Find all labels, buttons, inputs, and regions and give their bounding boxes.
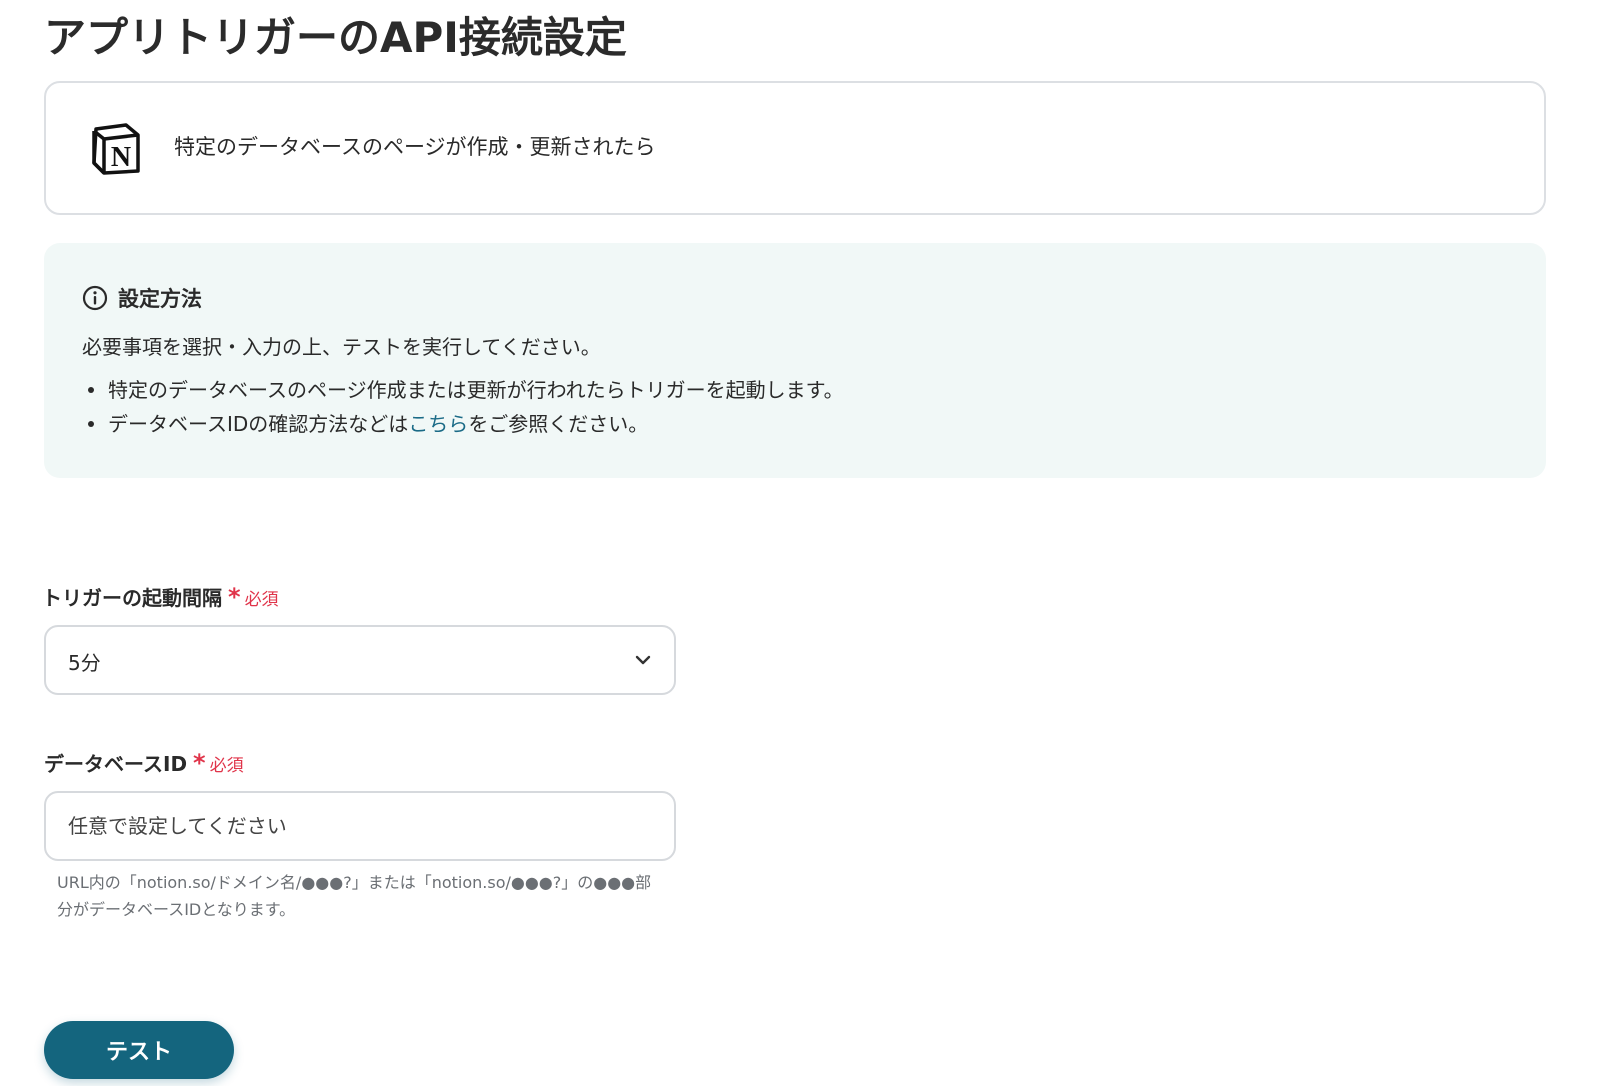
- page: アプリトリガーのAPI接続設定 N 特定のデータベースのページが作成・更新された…: [0, 0, 1600, 1086]
- database-field-label: データベースID * 必須: [44, 748, 244, 777]
- list-item-text-prefix: データベースIDの確認方法などは: [108, 412, 409, 436]
- notion-logo-icon: N: [92, 123, 140, 175]
- interval-selected-value: 5分: [68, 651, 101, 675]
- info-header: 設定方法: [82, 283, 202, 313]
- required-text: 必須: [209, 756, 244, 776]
- required-text: 必須: [244, 590, 279, 610]
- database-id-input[interactable]: [44, 791, 676, 861]
- info-circle-icon: [82, 285, 108, 311]
- required-asterisk: *: [193, 749, 206, 777]
- test-button[interactable]: テスト: [44, 1021, 234, 1079]
- interval-select[interactable]: 5分: [44, 625, 676, 695]
- list-item: データベースIDの確認方法などは こちら をご参照ください。: [82, 407, 844, 441]
- info-title: 設定方法: [118, 287, 202, 311]
- list-item-text: 特定のデータベースのページ作成または更新が行われたらトリガーを起動します。: [108, 378, 844, 402]
- trigger-label: 特定のデータベースのページが作成・更新されたら: [174, 135, 656, 159]
- info-description: 必要事項を選択・入力の上、テストを実行してください。: [82, 335, 601, 359]
- database-label-text: データベースID: [44, 752, 188, 776]
- interval-label-text: トリガーの起動間隔: [42, 586, 222, 610]
- bullet-dot: [88, 421, 94, 427]
- required-asterisk: *: [228, 583, 241, 611]
- info-list: 特定のデータベースのページ作成または更新が行われたらトリガーを起動します。 デー…: [82, 373, 844, 441]
- page-title: アプリトリガーのAPI接続設定: [44, 13, 627, 62]
- info-box: 設定方法 必要事項を選択・入力の上、テストを実行してください。 特定のデータベー…: [44, 243, 1546, 478]
- svg-text:N: N: [111, 142, 131, 173]
- list-item: 特定のデータベースのページ作成または更新が行われたらトリガーを起動します。: [82, 373, 844, 407]
- chevron-down-icon: [635, 655, 651, 665]
- database-id-hint: URL内の「notion.so/ドメイン名/●●●?」または「notion.so…: [57, 873, 652, 919]
- help-link[interactable]: こちら: [408, 407, 468, 441]
- bullet-dot: [88, 387, 94, 393]
- list-item-text-suffix: をご参照ください。: [468, 412, 649, 436]
- trigger-card[interactable]: N 特定のデータベースのページが作成・更新されたら: [44, 81, 1546, 215]
- interval-field-label: トリガーの起動間隔 * 必須: [42, 582, 279, 611]
